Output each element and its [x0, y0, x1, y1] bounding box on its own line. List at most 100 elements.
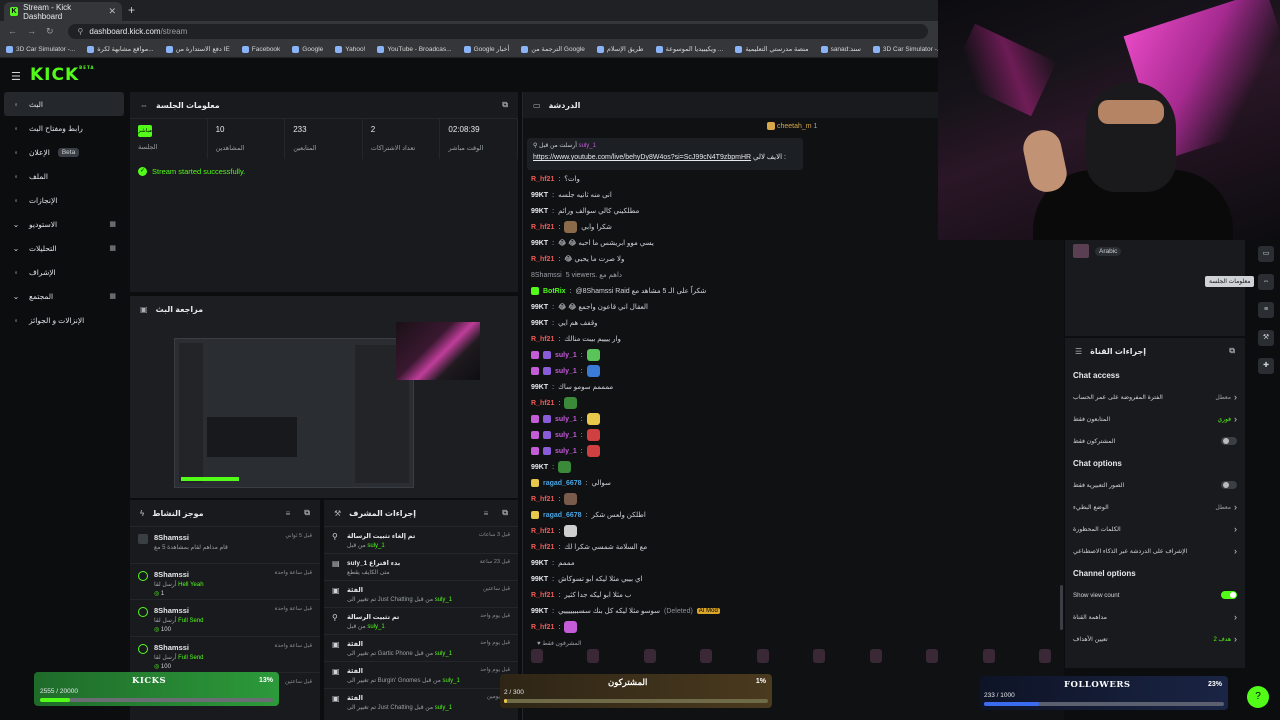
emote-icon[interactable] [1038, 649, 1051, 663]
chat-username[interactable]: ragad_6678 [543, 512, 582, 519]
chat-username[interactable]: 99KT [531, 192, 548, 199]
bookmark-item[interactable]: مواقع مشابهة لكرة... [87, 45, 154, 53]
chat-username[interactable]: 99KT [531, 304, 548, 311]
channel-setting-row[interactable]: الصور التعبيرية فقط [1065, 474, 1245, 496]
emote-icon[interactable] [531, 649, 543, 663]
toggle-switch[interactable] [1221, 481, 1237, 489]
chat-message[interactable]: suly_1: [531, 363, 1056, 379]
activity-item[interactable]: 8Shamssi أرسل لقا Full Send 100 قبل ساعة وا… [130, 635, 320, 673]
stream-preview-video[interactable] [168, 322, 480, 497]
sidebar-item[interactable]: ⌄ المجتمع ▦ [4, 284, 124, 308]
sidebar-item[interactable]: ◦ الإنزالات و الجوائز [4, 308, 124, 332]
chat-message[interactable]: suly_1: [531, 443, 1056, 459]
help-icon[interactable]: ? [1247, 686, 1269, 708]
mod-action-item[interactable]: ▣ الفئة تم تغيير الى Gartic Phone من قبل s… [324, 634, 518, 661]
url-field[interactable]: ⚲ dashboard.kick.com/stream [67, 23, 928, 39]
filter-icon[interactable]: ≡ [286, 509, 291, 518]
chat-username[interactable]: suly_1 [555, 448, 577, 455]
emote-icon[interactable] [587, 649, 600, 663]
chat-username[interactable]: R_hf21 [531, 624, 554, 631]
pinned-message[interactable]: ⚲ أرسلت من قبل suly_1 https://www.youtub… [527, 138, 803, 170]
chat-username[interactable]: 8Shamssi [531, 272, 562, 279]
emote-icon[interactable] [700, 649, 713, 663]
chat-username[interactable]: 99KT [531, 320, 548, 327]
chat-message[interactable]: 99KT: ممممم سومو ساك [531, 379, 1056, 395]
channel-setting-row[interactable]: Show view count [1065, 584, 1245, 606]
bookmark-item[interactable]: منصة مدرستي التعليمية [735, 45, 809, 53]
bookmark-item[interactable]: YouTube - Broadcas... [377, 45, 452, 53]
bookmark-item[interactable]: Facebook [241, 45, 280, 53]
bookmark-item[interactable]: Yahoo! [335, 45, 365, 53]
chat-username[interactable]: R_hf21 [531, 256, 554, 263]
chat-message[interactable]: suly_1: [531, 411, 1056, 427]
popout-icon[interactable]: ⧉ [1229, 346, 1235, 356]
chat-username[interactable]: 99KT [531, 240, 548, 247]
mod-action-item[interactable]: ▣ الفئة تم تغيير الى Burgin' Gnomes من قبل… [324, 661, 518, 688]
mod-action-item[interactable]: ⚲ تم إلغاء تثبيت الرسالة من قبل suly_1 قبل … [324, 526, 518, 553]
chat-message[interactable]: ragad_6678: اطلكن ولعس شكر [531, 507, 1056, 523]
chat-username[interactable]: R_hf21 [531, 224, 554, 231]
chat-username[interactable]: R_hf21 [531, 400, 554, 407]
bookmark-item[interactable]: Google [292, 45, 323, 53]
sidebar-item[interactable]: ◦ الإشراف [4, 260, 124, 284]
chat-message[interactable]: 99KT: مممم [531, 555, 1056, 571]
bookmark-item[interactable]: 3D Car Simulator -... [872, 45, 942, 53]
bookmark-item[interactable]: Google أخبار [463, 45, 509, 53]
chat-username[interactable]: suly_1 [555, 368, 577, 375]
pinned-link[interactable]: https://www.youtube.com/live/behyDy8W4os… [533, 154, 751, 161]
chat-username[interactable]: R_hf21 [531, 544, 554, 551]
kick-logo[interactable]: KICKBETA [30, 65, 94, 85]
bookmark-item[interactable]: طريق الإسلام [596, 45, 644, 53]
chat-message[interactable]: 99KT: [531, 459, 1056, 475]
chat-message[interactable]: R_hf21: [531, 619, 1056, 635]
mod-action-item[interactable]: ▤ suly_1 بدء اقتراع متى الكايف يقطع قبل 23… [324, 553, 518, 580]
chat-message[interactable]: 99KT: 😂 😂 العقال اني قاعون واجمع [531, 299, 1056, 315]
activity-item[interactable]: 8Shamssi أرسل لقا Full Send 100 قبل ساعة وا… [130, 599, 320, 636]
emote-icon[interactable] [926, 649, 939, 663]
chat-username[interactable]: 99KT [531, 576, 548, 583]
feed-widget-icon[interactable]: ≡ [1258, 302, 1274, 318]
chat-username[interactable]: R_hf21 [531, 496, 554, 503]
popout-icon[interactable]: ⧉ [502, 100, 508, 110]
chat-username[interactable]: 99KT [531, 384, 548, 391]
bookmark-item[interactable]: ويكيبيديا الموسوعة ... [655, 45, 723, 53]
sidebar-item[interactable]: ⌄ الاستوديو ▦ [4, 212, 124, 236]
chat-username[interactable]: ragad_6678 [543, 480, 582, 487]
popout-icon[interactable]: ⧉ [502, 508, 508, 518]
filter-icon[interactable]: ≡ [484, 509, 489, 518]
chat-username[interactable]: BotRix [543, 288, 566, 295]
chat-message[interactable]: suly_1: [531, 347, 1056, 363]
panel-drag-icon[interactable]: ⇔ [140, 101, 148, 110]
emote-icon[interactable] [756, 649, 769, 663]
chat-username[interactable]: 99KT [531, 560, 548, 567]
channel-setting-row[interactable]: الكلمات المحظورة › [1065, 518, 1245, 540]
channel-setting-row[interactable]: الوضع البطيء معطل › [1065, 496, 1245, 518]
bookmark-item[interactable]: الترجمة من Google [521, 45, 585, 53]
chat-username[interactable]: suly_1 [555, 432, 577, 439]
emote-icon[interactable] [982, 649, 995, 663]
chat-message[interactable]: 99KT: وقفف هم ايي [531, 315, 1056, 331]
chat-widget-icon[interactable]: ▭ [1258, 246, 1274, 262]
popout-icon[interactable]: ⧉ [304, 508, 310, 518]
chat-message[interactable]: 8Shamssi 5 viewers. داهم مع [531, 267, 1056, 283]
chat-username[interactable]: suly_1 [555, 416, 577, 423]
chat-message[interactable]: R_hf21: 😂 ولا صرت ما يحبي [531, 251, 1056, 267]
chat-username[interactable]: R_hf21 [531, 592, 554, 599]
channel-setting-row[interactable]: الإشراف على الدردشة عبر الذكاء الاصطناعي… [1065, 540, 1245, 562]
chat-username[interactable]: 99KT [531, 608, 548, 615]
back-icon[interactable]: ← [8, 26, 17, 36]
toggle-switch[interactable] [1221, 591, 1237, 599]
channel-setting-row[interactable]: تعيين الأهداف هدف 2 › [1065, 628, 1245, 650]
mod-action-item[interactable]: ▣ الفئة تم تغيير الى Just Chatting من قبل … [324, 580, 518, 607]
chat-username[interactable]: R_hf21 [531, 176, 554, 183]
site-info-icon[interactable]: ⚲ [78, 27, 84, 36]
chat-message[interactable]: R_hf21: وار ييييم بيبت منالك [531, 331, 1056, 347]
forward-icon[interactable]: → [27, 26, 36, 36]
share-widget-icon[interactable]: ✚ [1258, 358, 1274, 374]
emote-icon[interactable] [869, 649, 882, 663]
sidebar-item[interactable]: ◦ الملف [4, 164, 124, 188]
chat-message[interactable]: ragad_6678: سوالي [531, 475, 1056, 491]
chat-username[interactable]: 99KT [531, 208, 548, 215]
bookmark-item[interactable]: 3D Car Simulator -... [6, 45, 75, 53]
mod-widget-icon[interactable]: ⚒ [1258, 330, 1274, 346]
